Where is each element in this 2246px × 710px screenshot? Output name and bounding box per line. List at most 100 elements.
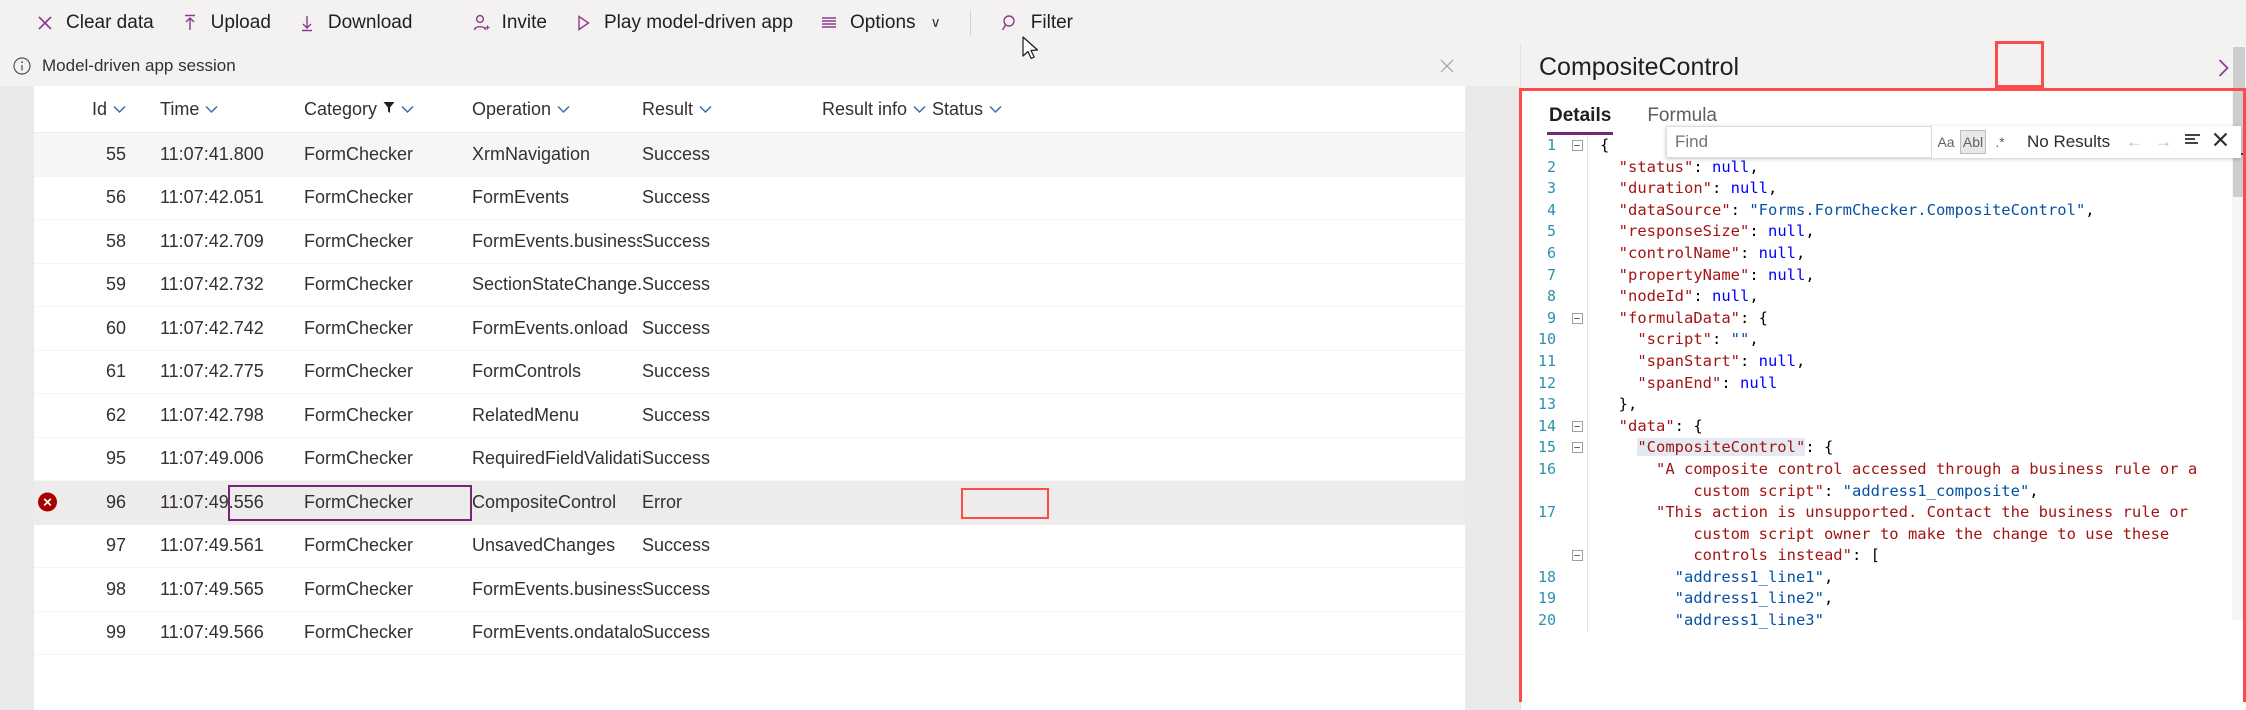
- line-number: 15: [1537, 438, 1556, 457]
- upload-arrow-icon: [180, 13, 200, 33]
- options-button[interactable]: Options ∨: [806, 6, 954, 40]
- table-row[interactable]: 61 11:07:42.775 FormChecker FormControls Suc…: [34, 351, 1465, 394]
- editor-scrollbar-thumb[interactable]: [2233, 47, 2245, 197]
- table-cell-time: 11:07:42.775: [160, 361, 264, 382]
- line-number: 6: [1546, 243, 1556, 262]
- fiddler-session-window: Clear data Upload Download Invite Play m…: [0, 0, 2246, 710]
- table-row[interactable]: ✕ 96 11:07:49.556 FormChecker CompositeContr…: [34, 481, 1465, 525]
- table-right-gutter-top: [1465, 45, 1520, 86]
- chevron-down-icon[interactable]: [699, 102, 712, 117]
- table-cell-time: 11:07:42.798: [160, 404, 264, 425]
- indent-guide: [1587, 350, 1588, 373]
- table-cell-id: 61: [105, 361, 126, 382]
- line-number: 4: [1546, 200, 1556, 219]
- code-line: 5 "responseSize": null,: [1521, 221, 2246, 243]
- table-cell-result: Success: [642, 578, 711, 599]
- collapse-fold-icon[interactable]: −: [1567, 135, 1587, 157]
- table-row[interactable]: 62 11:07:42.798 FormChecker RelatedMenu Succ…: [34, 394, 1465, 438]
- indent-guide: [1587, 221, 1588, 243]
- table-cell-category: FormChecker: [304, 143, 414, 164]
- session-label: Model-driven app session: [42, 55, 236, 75]
- use-regex-toggle[interactable]: .*: [1987, 130, 2013, 154]
- line-number: 14: [1537, 416, 1556, 435]
- code-line: 16 "A composite control accessed through…: [1521, 458, 2246, 481]
- mouse-cursor: [1022, 36, 1042, 64]
- funnel-icon[interactable]: [383, 101, 395, 117]
- code-text: "dataSource": "Forms.FormChecker.Composi…: [1618, 200, 2095, 219]
- code-line: 10 "script": "",: [1521, 329, 2246, 351]
- indent-guide: [1587, 437, 1588, 459]
- match-case-toggle[interactable]: Aa: [1933, 130, 1959, 154]
- find-input-wrapper: [1666, 126, 1932, 158]
- column-header-label: Operation: [472, 98, 552, 119]
- column-header-result_info[interactable]: Result info: [822, 99, 932, 120]
- column-header-time[interactable]: Time: [138, 99, 304, 120]
- column-header-label: Id: [91, 98, 107, 119]
- collapse-fold-icon[interactable]: −: [1567, 437, 1587, 459]
- table-cell-category: FormChecker: [304, 535, 414, 556]
- indent-guide: [1587, 502, 1588, 524]
- column-header-category[interactable]: Category: [304, 99, 472, 120]
- close-icon[interactable]: [2213, 132, 2228, 152]
- invite-button[interactable]: Invite: [458, 6, 560, 40]
- table-row[interactable]: 58 11:07:42.709 FormChecker FormEvents.busi…: [34, 220, 1465, 264]
- table-cell-category: FormChecker: [304, 622, 414, 643]
- tab-details[interactable]: Details: [1535, 105, 1625, 135]
- line-number: 1: [1546, 136, 1556, 154]
- column-header-id[interactable]: Id: [34, 99, 138, 120]
- find-in-selection-icon[interactable]: [2184, 133, 2201, 152]
- chevron-down-icon[interactable]: [913, 102, 926, 117]
- table-row[interactable]: 56 11:07:42.051 FormChecker FormEvents Succe…: [34, 177, 1465, 220]
- code-line: 18 "address1_line1",: [1521, 566, 2246, 589]
- table-cell-result: Success: [642, 404, 711, 425]
- sessions-table: Id Time Category Operation Result Result info…: [34, 86, 1465, 710]
- line-number: 18: [1537, 567, 1556, 586]
- clear-data-button[interactable]: Clear data: [22, 6, 167, 40]
- code-text: "spanEnd": null: [1637, 373, 1778, 392]
- match-whole-word-toggle[interactable]: Abl: [1960, 130, 1986, 154]
- table-cell-id: 60: [105, 317, 126, 338]
- search-input[interactable]: [1667, 127, 1931, 157]
- play-model-driven-app-button[interactable]: Play model-driven app: [560, 6, 806, 40]
- table-row[interactable]: 95 11:07:49.006 FormChecker RequiredFieldVa…: [34, 438, 1465, 481]
- table-cell-category: FormChecker: [304, 274, 414, 295]
- collapse-fold-icon[interactable]: −: [1567, 545, 1587, 567]
- indent-guide: [1587, 329, 1588, 351]
- table-cell-category: FormChecker: [304, 361, 414, 382]
- line-number: 5: [1546, 222, 1556, 241]
- code-line: custom script": "address1_composite",: [1521, 480, 2246, 503]
- line-number: 20: [1537, 611, 1556, 630]
- table-row[interactable]: 99 11:07:49.566 FormChecker FormEvents.onda…: [34, 612, 1465, 655]
- column-header-operation[interactable]: Operation: [472, 99, 642, 120]
- arrow-right-icon[interactable]: →: [2155, 132, 2172, 152]
- code-line: 11 "spanStart": null,: [1521, 350, 2246, 373]
- table-row[interactable]: 98 11:07:49.565 FormChecker FormEvents.busi…: [34, 568, 1465, 612]
- upload-button[interactable]: Upload: [167, 6, 284, 40]
- column-header-status[interactable]: Status: [932, 99, 1032, 120]
- table-row[interactable]: 97 11:07:49.561 FormChecker UnsavedChanges S…: [34, 525, 1465, 568]
- collapse-fold-icon[interactable]: −: [1567, 416, 1587, 438]
- chevron-down-icon[interactable]: [401, 102, 414, 117]
- chevron-down-icon[interactable]: [989, 102, 1002, 117]
- table-cell-id: 56: [105, 187, 126, 208]
- table-left-gutter: [0, 86, 34, 710]
- code-line: 7 "propertyName": null,: [1521, 264, 2246, 287]
- filter-button[interactable]: Filter: [987, 6, 1086, 40]
- line-number: 13: [1537, 395, 1556, 414]
- collapse-fold-icon[interactable]: −: [1567, 308, 1587, 330]
- download-button[interactable]: Download: [284, 6, 426, 40]
- indent-guide: [1587, 566, 1588, 589]
- command-bar-right-group: Invite Play model-driven app Options ∨ F…: [458, 6, 2246, 40]
- code-line: custom script owner to make the change t…: [1521, 523, 2246, 546]
- json-code-viewer[interactable]: 1−{2 "status": null, 3 "duration": null, 4…: [1521, 135, 2246, 710]
- table-row[interactable]: 55 11:07:41.800 FormChecker XrmNavigation Su…: [34, 133, 1465, 177]
- column-header-result[interactable]: Result: [642, 99, 822, 120]
- chevron-down-icon[interactable]: [205, 102, 218, 117]
- chevron-down-icon[interactable]: [113, 102, 126, 117]
- chevron-down-icon[interactable]: [557, 102, 570, 117]
- table-cell-result: Success: [642, 622, 711, 643]
- table-row[interactable]: 59 11:07:42.732 FormChecker SectionStateCha…: [34, 264, 1465, 307]
- session-close-button[interactable]: [1437, 56, 1457, 76]
- arrow-left-icon[interactable]: ←: [2126, 132, 2143, 152]
- table-row[interactable]: 60 11:07:42.742 FormChecker FormEvents.onlo…: [34, 307, 1465, 351]
